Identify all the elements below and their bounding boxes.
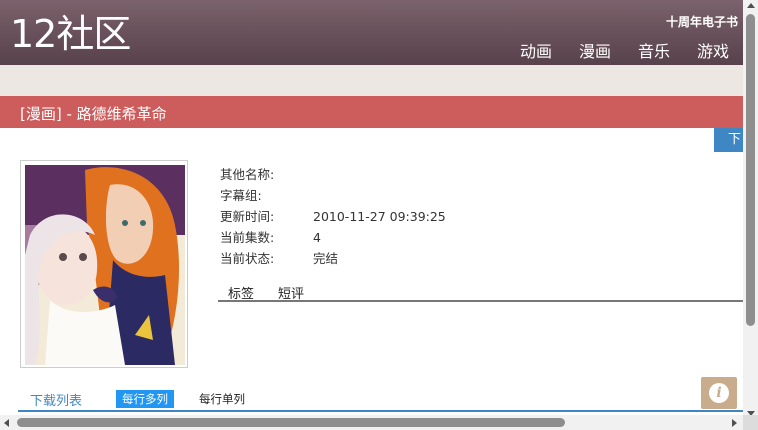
detail-tabs: 标签 短评 xyxy=(218,282,743,302)
site-logo[interactable]: 12社区 xyxy=(10,12,131,56)
info-label: 字幕组: xyxy=(220,188,262,203)
cover-image xyxy=(20,160,188,368)
title-bar: [漫画] - 路德维希革命 xyxy=(0,96,743,128)
anniversary-link[interactable]: 十周年电子书 xyxy=(666,13,738,30)
info-value: 2010-11-27 09:39:25 xyxy=(313,209,446,224)
info-label: 当前状态: xyxy=(220,251,275,266)
info-value: 4 xyxy=(313,230,321,245)
tab-reviews[interactable]: 短评 xyxy=(278,283,304,302)
single-column-toggle[interactable]: 每行单列 xyxy=(199,391,245,407)
horizontal-scrollbar[interactable] xyxy=(0,415,743,430)
info-icon: i xyxy=(709,383,729,403)
info-label: 更新时间: xyxy=(220,209,275,224)
nav-item-music[interactable]: 音乐 xyxy=(638,38,670,62)
nav-item-games[interactable]: 游戏 xyxy=(697,38,729,62)
info-button[interactable]: i xyxy=(701,377,737,409)
info-row-status: 当前状态: 完结 xyxy=(220,248,446,269)
download-list-bar: 下载列表 每行多列 每行单列 xyxy=(18,388,743,412)
info-row-episodes: 当前集数: 4 xyxy=(220,227,446,248)
main-nav: 动画 漫画 音乐 游戏 xyxy=(520,38,729,62)
info-row-alt-name: 其他名称: xyxy=(220,164,446,185)
tab-tags[interactable]: 标签 xyxy=(228,283,254,302)
page-title: [漫画] - 路德维希革命 xyxy=(20,105,167,123)
multi-column-toggle[interactable]: 每行多列 xyxy=(116,390,174,408)
vertical-scroll-thumb[interactable] xyxy=(746,14,755,326)
download-list-label[interactable]: 下载列表 xyxy=(30,390,82,409)
header-band xyxy=(0,65,743,96)
scrollbar-corner xyxy=(743,415,758,430)
site-header: 12社区 十周年电子书 动画 漫画 音乐 游戏 xyxy=(0,0,743,65)
info-label: 其他名称: xyxy=(220,167,275,182)
scroll-left-arrow-icon[interactable] xyxy=(4,419,9,427)
nav-item-anime[interactable]: 动画 xyxy=(520,38,552,62)
download-button[interactable]: 下 xyxy=(714,128,743,152)
info-value: 完结 xyxy=(313,251,339,266)
scroll-right-arrow-icon[interactable] xyxy=(732,419,737,427)
nav-item-manga[interactable]: 漫画 xyxy=(579,38,611,62)
info-row-updated: 更新时间: 2010-11-27 09:39:25 xyxy=(220,206,446,227)
info-panel: 其他名称: 字幕组: 更新时间: 2010-11-27 09:39:25 当前集… xyxy=(220,164,446,269)
scroll-up-arrow-icon[interactable] xyxy=(747,3,755,8)
info-label: 当前集数: xyxy=(220,230,275,245)
horizontal-scroll-thumb[interactable] xyxy=(17,418,565,427)
cover-illustration xyxy=(25,165,185,365)
vertical-scrollbar[interactable] xyxy=(743,0,758,430)
info-row-subgroup: 字幕组: xyxy=(220,185,446,206)
